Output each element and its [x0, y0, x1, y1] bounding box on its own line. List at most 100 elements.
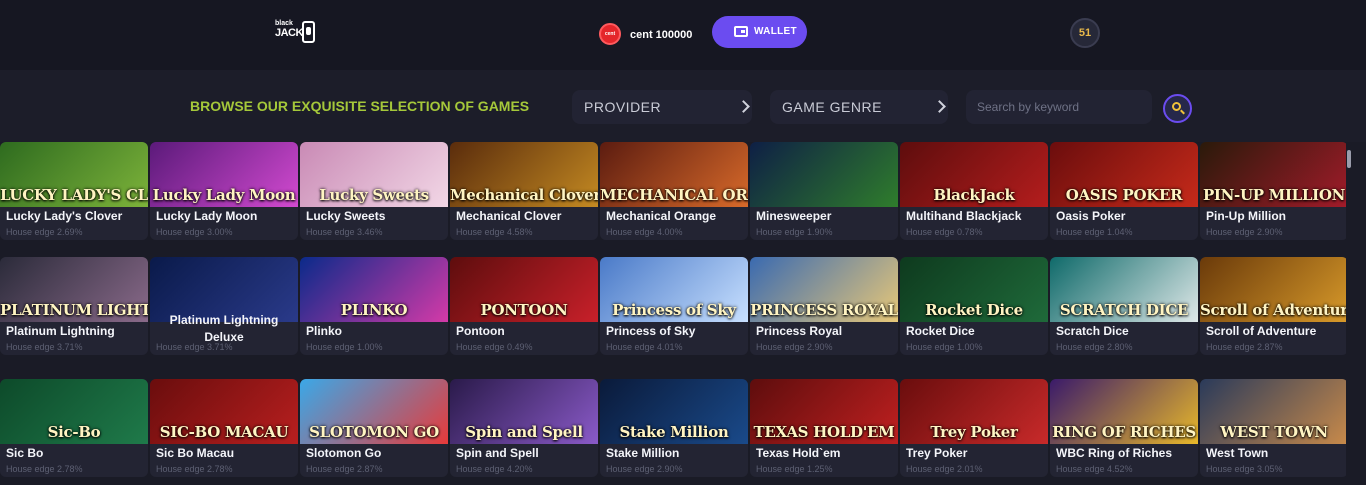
search-button[interactable]: [1163, 94, 1192, 123]
game-thumbnail[interactable]: PLINKO: [300, 257, 448, 322]
game-name: Lucky Lady's Clover: [6, 209, 123, 223]
game-thumbnail[interactable]: Trey Poker: [900, 379, 1048, 444]
house-edge: House edge 3.05%: [1206, 464, 1283, 474]
house-edge: House edge 4.01%: [606, 342, 683, 352]
game-card[interactable]: Minesweeper House edge 1.90%: [750, 142, 898, 240]
game-thumbnail[interactable]: TEXAS HOLD'EM: [750, 379, 898, 444]
house-edge: House edge 3.46%: [306, 227, 383, 237]
genre-select[interactable]: GAME GENRE: [770, 90, 948, 124]
game-thumbnail-title: PRINCESS ROYAL: [750, 301, 898, 319]
game-card[interactable]: Scroll of Adventure Scroll of Adventure Ho…: [1200, 257, 1348, 355]
game-card[interactable]: Platinum Lightning Deluxe House edge 3.71…: [150, 257, 298, 355]
game-thumbnail-title: SIC-BO MACAU: [159, 423, 289, 441]
game-thumbnail[interactable]: Lucky Lady Moon: [150, 142, 298, 207]
search-input[interactable]: [966, 90, 1152, 124]
game-card[interactable]: Trey Poker Trey Poker House edge 2.01%: [900, 379, 1048, 477]
game-thumbnail[interactable]: Stake Million: [600, 379, 748, 444]
game-thumbnail[interactable]: PRINCESS ROYAL: [750, 257, 898, 322]
game-thumbnail[interactable]: Spin and Spell: [450, 379, 598, 444]
notification-badge[interactable]: 51: [1070, 18, 1100, 48]
game-card[interactable]: WEST TOWN West Town House edge 3.05%: [1200, 379, 1348, 477]
game-card[interactable]: Rocket Dice Rocket Dice House edge 1.00%: [900, 257, 1048, 355]
game-grid: LUCKY LADY'S CLOVER Lucky Lady's Clover Ho…: [0, 142, 1348, 485]
game-card[interactable]: MECHANICAL ORANGE Mechanical Orange House …: [600, 142, 748, 240]
game-thumbnail[interactable]: SIC-BO MACAU: [150, 379, 298, 444]
wallet-icon: [734, 26, 748, 37]
game-card[interactable]: OASIS POKER Oasis Poker House edge 1.04%: [1050, 142, 1198, 240]
game-card[interactable]: Princess of Sky Princess of Sky House edge…: [600, 257, 748, 355]
game-thumbnail[interactable]: Scroll of Adventure: [1200, 257, 1348, 322]
game-card[interactable]: Sic-Bo Sic Bo House edge 2.78%: [0, 379, 148, 477]
game-thumbnail[interactable]: OASIS POKER: [1050, 142, 1198, 207]
game-thumbnail-title: Lucky Lady Moon: [152, 186, 296, 204]
scrollbar[interactable]: [1346, 142, 1354, 485]
game-thumbnail[interactable]: PONTOON: [450, 257, 598, 322]
game-card[interactable]: PONTOON Pontoon House edge 0.49%: [450, 257, 598, 355]
game-card[interactable]: PLINKO Plinko House edge 1.00%: [300, 257, 448, 355]
house-edge: House edge 4.52%: [1056, 464, 1133, 474]
game-name: Pontoon: [456, 324, 505, 338]
game-thumbnail-title: MECHANICAL ORANGE: [600, 186, 748, 204]
game-thumbnail[interactable]: PIN-UP MILLION: [1200, 142, 1348, 207]
scroll-thumb[interactable]: [1347, 150, 1351, 168]
game-thumbnail[interactable]: PLATINUM LIGHTNING: [0, 257, 148, 322]
game-thumbnail-title: Stake Million: [619, 423, 729, 441]
house-edge: House edge 0.78%: [906, 227, 983, 237]
game-name: Lucky Lady Moon: [156, 209, 258, 223]
game-card[interactable]: PIN-UP MILLION Pin-Up Million House edge 2…: [1200, 142, 1348, 240]
game-thumbnail[interactable]: MECHANICAL ORANGE: [600, 142, 748, 207]
game-thumbnail[interactable]: [750, 142, 898, 207]
house-edge: House edge 3.71%: [156, 342, 233, 352]
logo-line-2: JACK: [275, 27, 303, 39]
game-thumbnail[interactable]: Mechanical Clover: [450, 142, 598, 207]
wallet-button[interactable]: WALLET: [712, 16, 807, 48]
game-card[interactable]: PRINCESS ROYAL Princess Royal House edge 2…: [750, 257, 898, 355]
game-card[interactable]: PLATINUM LIGHTNING Platinum Lightning Hous…: [0, 257, 148, 355]
balance-amount: cent 100000: [630, 29, 693, 41]
game-thumbnail[interactable]: RING OF RICHES: [1050, 379, 1198, 444]
game-card[interactable]: SLOTOMON GO Slotomon Go House edge 2.87%: [300, 379, 448, 477]
house-edge: House edge 4.58%: [456, 227, 533, 237]
game-card[interactable]: Mechanical Clover Mechanical Clover House …: [450, 142, 598, 240]
game-name: Stake Million: [606, 446, 680, 460]
game-card[interactable]: Stake Million Stake Million House edge 2.9…: [600, 379, 748, 477]
game-thumbnail-title: LUCKY LADY'S CLOVER: [0, 186, 148, 204]
house-edge: House edge 2.87%: [306, 464, 383, 474]
house-edge: House edge 4.00%: [606, 227, 683, 237]
house-edge: House edge 2.90%: [606, 464, 683, 474]
top-header: black JACK cent cent 100000 WALLET 51: [0, 0, 1366, 70]
game-card[interactable]: Lucky Lady Moon Lucky Lady Moon House edge…: [150, 142, 298, 240]
blackjack-logo[interactable]: black JACK: [275, 20, 317, 46]
game-thumbnail[interactable]: LUCKY LADY'S CLOVER: [0, 142, 148, 207]
house-edge: House edge 1.00%: [306, 342, 383, 352]
provider-select[interactable]: PROVIDER: [572, 90, 752, 124]
game-thumbnail-title: PIN-UP MILLION: [1202, 186, 1346, 204]
game-thumbnail[interactable]: Rocket Dice: [900, 257, 1048, 322]
game-name: Slotomon Go: [306, 446, 382, 460]
game-thumbnail[interactable]: SCRATCH DICE: [1050, 257, 1198, 322]
game-card[interactable]: SIC-BO MACAU Sic Bo Macau House edge 2.78%: [150, 379, 298, 477]
game-name: Scroll of Adventure: [1206, 324, 1317, 338]
game-card[interactable]: Lucky Sweets Lucky Sweets House edge 3.46%: [300, 142, 448, 240]
house-edge: House edge 2.69%: [6, 227, 83, 237]
game-card[interactable]: LUCKY LADY'S CLOVER Lucky Lady's Clover Ho…: [0, 142, 148, 240]
game-name: Princess of Sky: [606, 324, 696, 338]
game-card[interactable]: TEXAS HOLD'EM Texas Hold`em House edge 1.2…: [750, 379, 898, 477]
game-thumbnail[interactable]: Lucky Sweets: [300, 142, 448, 207]
game-card[interactable]: BlackJack Multihand Blackjack House edge 0…: [900, 142, 1048, 240]
game-thumbnail[interactable]: SLOTOMON GO: [300, 379, 448, 444]
game-thumbnail[interactable]: BlackJack: [900, 142, 1048, 207]
game-name: Sic Bo Macau: [156, 446, 235, 460]
game-card[interactable]: Spin and Spell Spin and Spell House edge 4…: [450, 379, 598, 477]
game-thumbnail[interactable]: Sic-Bo: [0, 379, 148, 444]
game-thumbnail-title: SCRATCH DICE: [1059, 301, 1189, 319]
browse-title: BROWSE OUR EXQUISITE SELECTION OF GAMES: [190, 98, 530, 114]
game-thumbnail[interactable]: WEST TOWN: [1200, 379, 1348, 444]
game-card[interactable]: SCRATCH DICE Scratch Dice House edge 2.80%: [1050, 257, 1198, 355]
game-card[interactable]: RING OF RICHES WBC Ring of Riches House ed…: [1050, 379, 1198, 477]
game-thumbnail[interactable]: Princess of Sky: [600, 257, 748, 322]
game-name: Mechanical Orange: [606, 209, 717, 223]
game-name: Rocket Dice: [906, 324, 975, 338]
house-edge: House edge 2.90%: [1206, 227, 1283, 237]
house-edge: House edge 1.25%: [756, 464, 833, 474]
